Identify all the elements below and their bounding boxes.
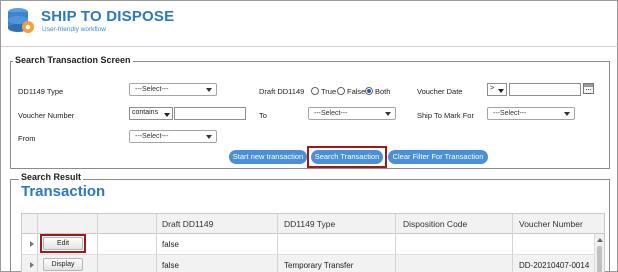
column-divider	[37, 214, 38, 272]
voucher-number-input[interactable]	[174, 107, 246, 120]
draft-both-radio[interactable]	[365, 87, 373, 95]
row-expand-icon[interactable]	[30, 241, 34, 247]
draft-true-radio[interactable]	[311, 87, 319, 95]
ship-to-mark-for-value: ---Select---	[493, 110, 527, 117]
ship-to-mark-for-label: Ship To Mark For	[417, 111, 474, 120]
database-icon	[8, 8, 34, 33]
table-row: Edit false	[22, 234, 604, 255]
column-divider	[395, 214, 396, 272]
from-select[interactable]: ---Select---	[129, 130, 217, 143]
scroll-thumb[interactable]	[597, 246, 602, 272]
voucher-date-operator[interactable]: >	[487, 83, 507, 96]
row-type-value: Temporary Transfer	[284, 261, 354, 270]
app-title: SHIP TO DISPOSE	[41, 8, 175, 25]
chevron-down-icon	[206, 135, 212, 139]
draft-dd1149-label: Draft DD1149	[259, 87, 305, 96]
draft-false-label: False	[347, 87, 366, 96]
edit-button-highlight	[40, 234, 86, 253]
voucher-number-label: Voucher Number	[18, 111, 75, 120]
voucher-date-label: Voucher Date	[417, 87, 463, 96]
column-divider	[277, 214, 278, 272]
column-divider	[512, 214, 513, 272]
col-disposition-code[interactable]: Disposition Code	[403, 219, 467, 229]
column-divider	[97, 214, 98, 272]
header-divider	[1, 46, 618, 47]
dd1149-type-select[interactable]: ---Select---	[129, 83, 217, 96]
calendar-icon[interactable]	[583, 83, 594, 94]
chevron-down-icon	[564, 112, 570, 116]
to-select[interactable]: ---Select---	[308, 107, 396, 120]
display-button[interactable]: Display	[43, 258, 83, 271]
search-screen-legend: Search Transaction Screen	[13, 55, 133, 65]
search-button-highlight	[307, 146, 387, 168]
transaction-section-title: Transaction	[21, 183, 106, 200]
from-label: From	[18, 134, 36, 143]
voucher-number-operator[interactable]: contains	[129, 107, 173, 120]
row-voucher-value: DD-20210407-0014	[519, 261, 590, 270]
scroll-up-icon[interactable]	[597, 238, 603, 242]
col-draft-dd1149[interactable]: Draft DD1149	[162, 219, 213, 229]
row-draft-value: false	[162, 240, 179, 249]
draft-true-label: True	[321, 87, 337, 96]
col-dd1149-type[interactable]: DD1149 Type	[284, 219, 335, 229]
chevron-down-icon	[164, 113, 170, 117]
to-label: To	[259, 111, 267, 120]
transaction-grid: Draft DD1149 DD1149 Type Disposition Cod…	[21, 213, 605, 272]
draft-both-label: Both	[375, 87, 391, 96]
voucher-date-input[interactable]	[509, 83, 581, 96]
vertical-scrollbar[interactable]	[594, 234, 604, 272]
row-draft-value: false	[162, 261, 179, 270]
grid-header: Draft DD1149 DD1149 Type Disposition Cod…	[22, 214, 604, 234]
column-divider	[156, 214, 157, 272]
app-window: SHIP TO DISPOSE User-friendly workflow S…	[0, 0, 618, 272]
voucher-date-operator-value: >	[490, 85, 495, 92]
clear-filter-button[interactable]: Clear Filter For Transaction	[388, 150, 488, 164]
voucher-number-operator-value: contains	[132, 109, 159, 116]
draft-false-radio[interactable]	[337, 87, 345, 95]
to-value: ---Select---	[314, 110, 348, 117]
chevron-down-icon	[206, 88, 212, 92]
start-new-transaction-button[interactable]: Start new transaction	[229, 150, 307, 164]
dd1149-type-value: ---Select---	[135, 86, 169, 93]
chevron-down-icon	[385, 112, 391, 116]
dd1149-type-label: DD1149 Type	[18, 87, 64, 96]
search-result-legend: Search Result	[19, 172, 84, 182]
chevron-down-icon	[498, 89, 504, 93]
app-subtitle: User-friendly workflow	[42, 26, 106, 33]
col-voucher-number[interactable]: Voucher Number	[519, 219, 583, 229]
row-expand-icon[interactable]	[30, 262, 34, 268]
from-value: ---Select---	[135, 133, 169, 140]
table-row: Display false Temporary Transfer DD-2021…	[22, 255, 604, 272]
ship-to-mark-for-select[interactable]: ---Select---	[487, 107, 575, 120]
